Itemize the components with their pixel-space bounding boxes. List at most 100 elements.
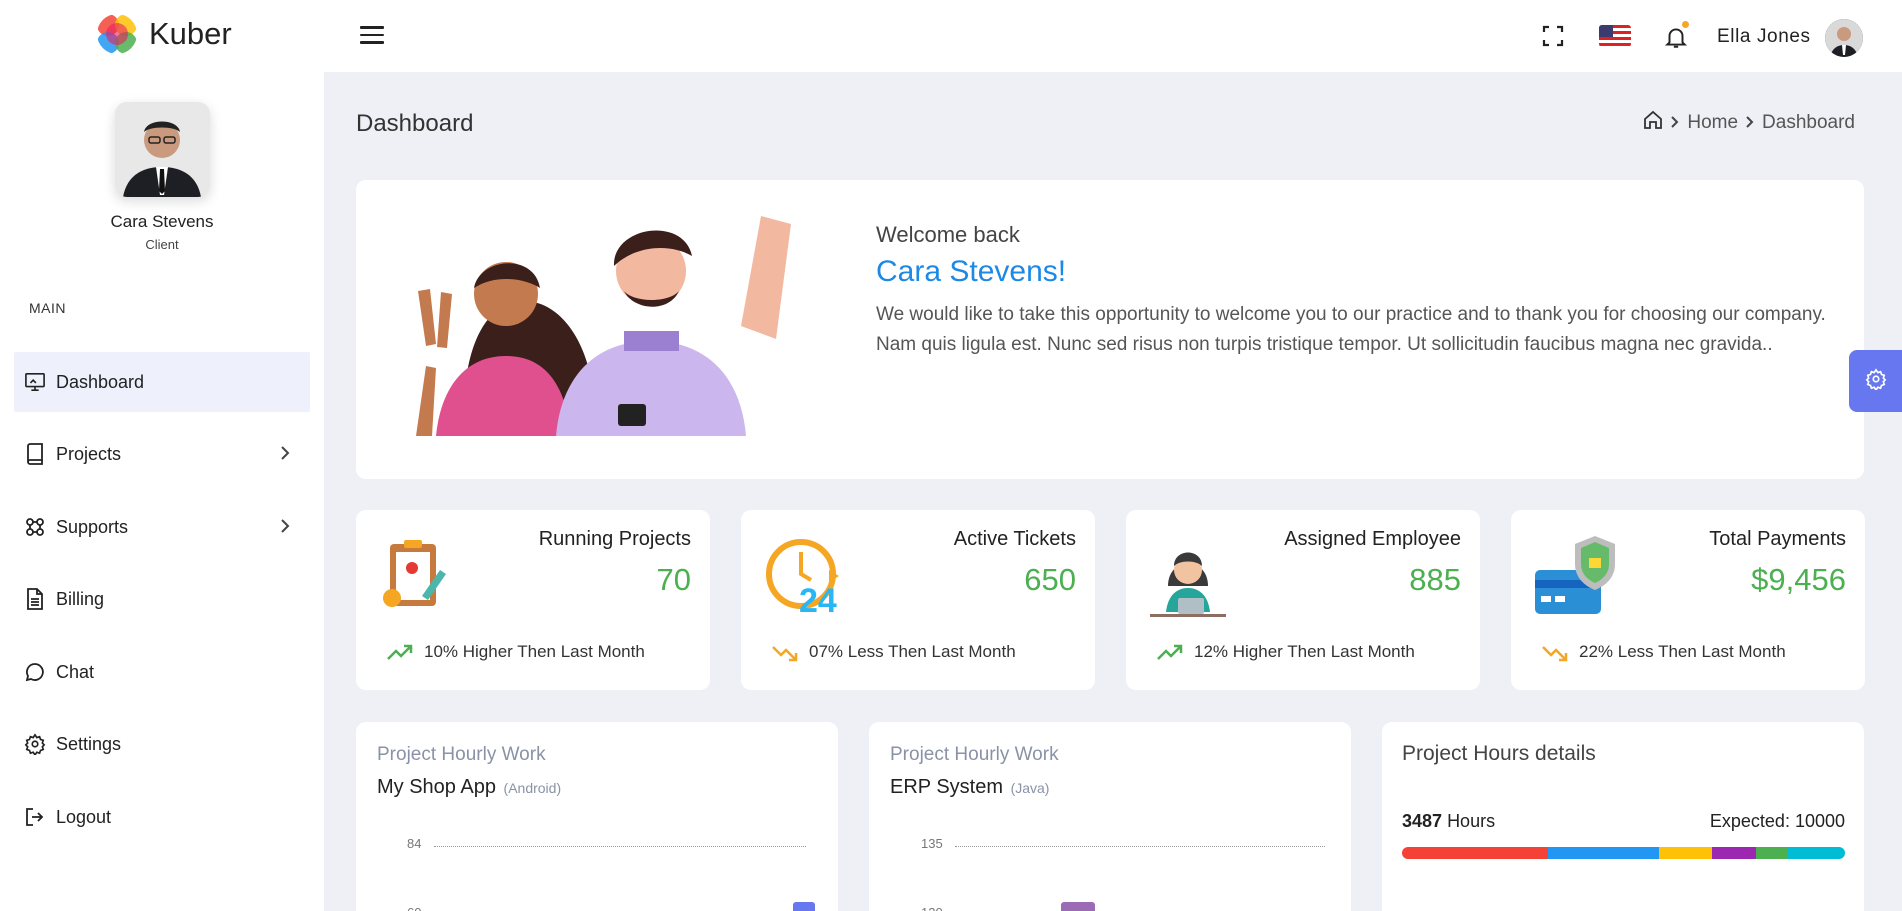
employee-icon — [1150, 552, 1226, 617]
sidebar-item-label: Settings — [56, 733, 122, 754]
sidebar-item-projects[interactable]: Projects — [14, 424, 310, 484]
clock-24-icon: 24 — [766, 539, 839, 616]
sidebar-item-settings[interactable]: Settings — [14, 714, 310, 774]
stat-value: 885 — [1409, 562, 1461, 597]
stat-footnote: 12% Higher Then Last Month — [1194, 642, 1415, 661]
chart-subtitle: Project Hourly Work — [377, 744, 546, 765]
chart-title: ERP System (Java) — [890, 776, 1049, 799]
chart-title-text: My Shop App — [377, 776, 496, 798]
grid-line — [955, 846, 1325, 847]
hours-bar-segment — [1756, 847, 1788, 859]
sidebar-item-logout[interactable]: Logout — [14, 787, 310, 847]
sidebar-item-dashboard[interactable]: Dashboard — [14, 352, 310, 412]
stat-card-active-tickets: 24 Active Tickets 650 07% Less Then Last… — [741, 510, 1095, 690]
data-label-badge — [793, 902, 815, 911]
grid-line — [434, 846, 806, 847]
stat-footnote: 07% Less Then Last Month — [809, 642, 1016, 661]
stat-footnote: 22% Less Then Last Month — [1579, 642, 1786, 661]
welcome-greeting: Welcome back — [876, 222, 1020, 247]
nav-section-header: MAIN — [29, 300, 66, 316]
hours-bar-segment — [1787, 847, 1845, 859]
welcome-card: Welcome back Cara Stevens! We would like… — [356, 180, 1864, 479]
chat-bubble-icon — [24, 661, 46, 683]
hours-progress-bar — [1402, 847, 1845, 859]
stat-title: Active Tickets — [953, 528, 1076, 550]
y-tick-label: 135 — [921, 836, 943, 851]
hours-bar-segment — [1658, 847, 1713, 859]
stat-card-running-projects: Running Projects 70 10% Higher Then Last… — [356, 510, 710, 690]
logo-icon — [97, 14, 137, 54]
profile-avatar[interactable] — [115, 102, 210, 197]
stat-title: Total Payments — [1709, 528, 1846, 550]
hours-unit: Hours — [1447, 811, 1496, 831]
chevron-right-icon — [280, 446, 290, 465]
trend-up-icon — [1156, 644, 1184, 667]
sidebar-item-chat[interactable]: Chat — [14, 642, 310, 702]
sidebar-item-label: Supports — [56, 516, 129, 537]
y-tick-label: 84 — [407, 836, 422, 851]
monitor-icon — [24, 371, 46, 393]
trend-down-icon — [771, 644, 799, 667]
svg-text:24: 24 — [799, 582, 837, 616]
breadcrumb-current: Dashboard — [1762, 112, 1855, 133]
support-icon — [24, 516, 46, 538]
welcome-name: Cara Stevens! — [876, 255, 1067, 288]
chevron-right-icon — [1746, 112, 1754, 134]
profile-name: Cara Stevens — [110, 212, 214, 231]
chart-title-text: ERP System — [890, 776, 1003, 798]
home-icon[interactable] — [1643, 110, 1663, 136]
sidebar-item-label: Dashboard — [56, 371, 145, 392]
profile-role: Client — [145, 237, 179, 252]
sidebar-item-label: Projects — [56, 443, 122, 464]
page-title: Dashboard — [356, 110, 474, 137]
menu-toggle-button[interactable] — [360, 26, 384, 46]
credit-card-shield-icon — [1535, 536, 1615, 614]
welcome-text: We would like to take this opportunity t… — [876, 304, 1826, 355]
chevron-right-icon — [280, 519, 290, 538]
sidebar: Cara Stevens Client MAIN Dashboard Proje… — [0, 72, 324, 911]
hours-bar-segment — [1712, 847, 1757, 859]
chart-card-my-shop-app: Project Hourly Work My Shop App (Android… — [356, 722, 838, 911]
book-icon — [24, 443, 46, 465]
chart-tag: (Android) — [503, 780, 562, 796]
language-flag-icon[interactable] — [1599, 25, 1631, 47]
chevron-right-icon — [1671, 112, 1679, 134]
notification-bell-icon[interactable] — [1663, 24, 1689, 55]
chart-title: My Shop App (Android) — [377, 776, 561, 799]
settings-panel-toggle[interactable] — [1849, 350, 1902, 412]
chart-tag: (Java) — [1010, 780, 1050, 796]
project-hours-card: Project Hours details 3487 Hours Expecte… — [1382, 722, 1864, 911]
header-avatar[interactable] — [1825, 19, 1863, 57]
sidebar-item-label: Chat — [56, 661, 95, 682]
stat-value: $9,456 — [1751, 562, 1846, 597]
gear-icon — [1865, 367, 1887, 395]
y-tick-label: 60 — [407, 905, 421, 911]
clipboard-icon — [383, 540, 446, 607]
y-tick-label: 120 — [921, 905, 943, 911]
stat-footnote: 10% Higher Then Last Month — [424, 642, 645, 661]
breadcrumb-home[interactable]: Home — [1687, 112, 1738, 134]
top-header: Kuber Ella Jones — [0, 0, 1902, 72]
sidebar-item-supports[interactable]: Supports — [14, 497, 310, 557]
logout-icon — [24, 806, 46, 828]
data-label-badge — [1061, 902, 1095, 911]
trend-up-icon — [386, 644, 414, 667]
header-user-name[interactable]: Ella Jones — [1717, 26, 1811, 48]
sidebar-item-billing[interactable]: Billing — [14, 569, 310, 629]
hours-logged: 3487 Hours — [1402, 811, 1495, 832]
hours-card-title: Project Hours details — [1402, 742, 1596, 765]
breadcrumb: Home Dashboard — [1639, 110, 1859, 136]
chart-card-erp-system: Project Hourly Work ERP System (Java) 13… — [869, 722, 1351, 911]
trend-down-icon — [1541, 644, 1569, 667]
brand-name: Kuber — [149, 16, 232, 51]
notification-dot — [1682, 21, 1689, 28]
hours-bar-segment — [1548, 847, 1659, 859]
stat-card-assigned-employee: Assigned Employee 885 12% Higher Then La… — [1126, 510, 1480, 690]
welcome-illustration — [416, 216, 791, 436]
chart-subtitle: Project Hourly Work — [890, 744, 1059, 765]
fullscreen-icon[interactable] — [1541, 24, 1565, 53]
document-icon — [24, 588, 46, 610]
stat-title: Assigned Employee — [1284, 528, 1461, 550]
brand[interactable]: Kuber — [97, 14, 232, 54]
hours-expected: Expected: 10000 — [1709, 811, 1845, 831]
